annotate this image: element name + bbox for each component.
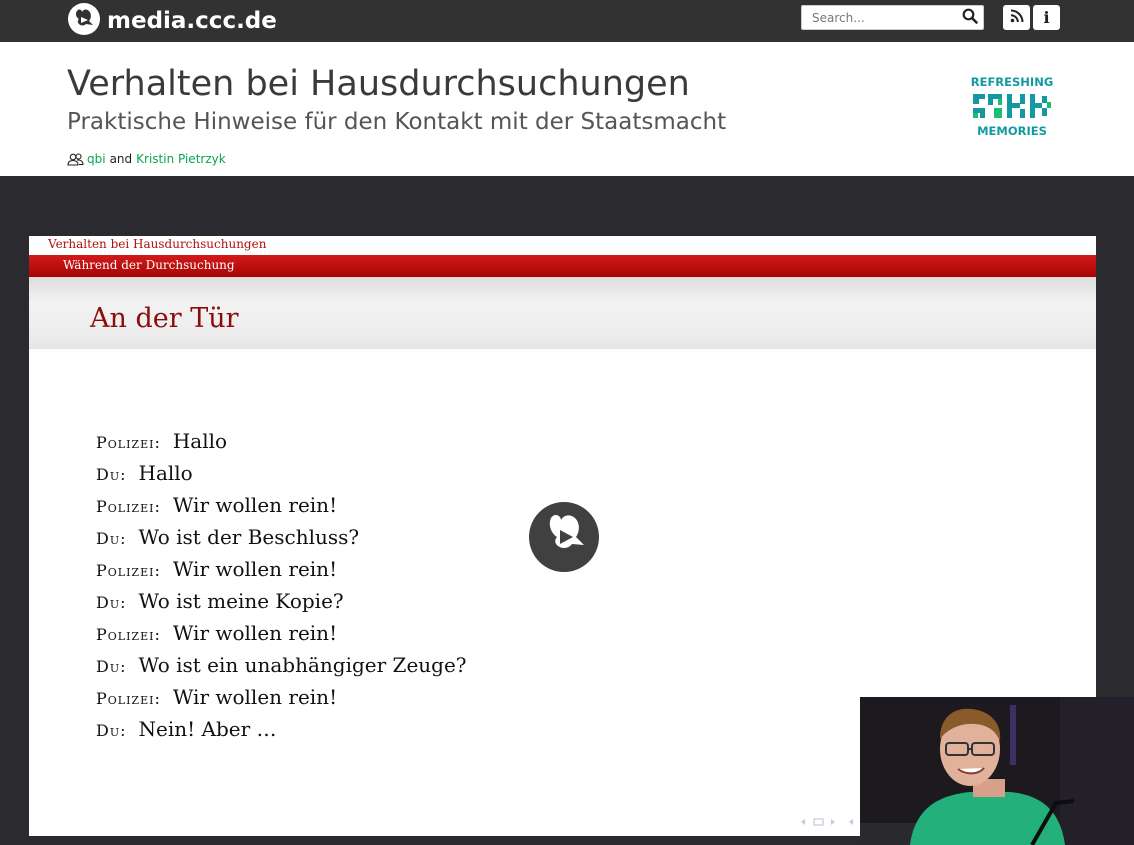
- dialog-line: Polizei: Wir wollen rein!: [96, 685, 467, 717]
- dialog-line: Du: Hallo: [96, 461, 467, 493]
- dialog-text: Wir wollen rein!: [172, 685, 338, 709]
- top-navbar: media.ccc.de i: [0, 0, 1134, 42]
- persons-icon: [67, 152, 84, 166]
- slide-section-title: Während der Durchsuchung: [63, 258, 235, 272]
- dialog-text: Hallo: [172, 429, 228, 453]
- event-header: Verhalten bei Hausdurchsuchungen Praktis…: [0, 42, 1134, 176]
- dialog-speaker: Polizei:: [96, 561, 161, 580]
- dialog-speaker: Polizei:: [96, 689, 161, 708]
- conference-logo-top: REFRESHING: [971, 75, 1054, 89]
- dialog-line: Du: Wo ist ein unabhängiger Zeuge?: [96, 653, 467, 685]
- dialog-text: Wo ist ein unabhängiger Zeuge?: [138, 653, 467, 677]
- search-icon: [962, 8, 978, 28]
- info-button[interactable]: i: [1033, 5, 1060, 30]
- conference-logo: REFRESHING MEMORIES: [971, 75, 1054, 138]
- dialog-line: Du: Nein! Aber …: [96, 717, 467, 749]
- play-button[interactable]: [529, 502, 599, 572]
- dialog-text: Wo ist der Beschluss?: [138, 525, 360, 549]
- person-link-qbi[interactable]: qbi: [87, 152, 106, 166]
- dialog-speaker: Polizei:: [96, 497, 161, 516]
- site-logo-link[interactable]: media.ccc.de: [67, 2, 277, 40]
- ccc-logo-icon: [67, 2, 101, 40]
- slide-dialog: Polizei: Hallo Du: Hallo Polizei: Wir wolle…: [96, 429, 467, 749]
- info-icon: i: [1043, 8, 1050, 27]
- dialog-text: Wir wollen rein!: [172, 621, 338, 645]
- event-title: Verhalten bei Hausdurchsuchungen: [67, 64, 690, 104]
- video-player[interactable]: Verhalten bei Hausdurchsuchungen Während…: [0, 176, 1134, 845]
- slide-topline: Verhalten bei Hausdurchsuchungen: [29, 236, 1096, 256]
- site-name: media.ccc.de: [107, 8, 277, 34]
- dialog-line: Polizei: Hallo: [96, 429, 467, 461]
- dialog-speaker: Polizei:: [96, 433, 161, 452]
- dialog-speaker: Du:: [96, 721, 127, 740]
- dialog-text: Nein! Aber …: [138, 717, 277, 741]
- persons-separator: and: [109, 152, 133, 166]
- slide-heading-band: An der Tür: [29, 277, 1096, 349]
- dialog-line: Polizei: Wir wollen rein!: [96, 493, 467, 525]
- conference-logo-bottom: MEMORIES: [977, 124, 1047, 138]
- dialog-speaker: Polizei:: [96, 625, 161, 644]
- rss-button[interactable]: [1003, 5, 1030, 30]
- dialog-text: Hallo: [138, 461, 193, 485]
- dialog-speaker: Du:: [96, 529, 127, 548]
- dialog-line: Polizei: Wir wollen rein!: [96, 557, 467, 589]
- slide-document-title: Verhalten bei Hausdurchsuchungen: [48, 237, 267, 251]
- persons-list: qbi and Kristin Pietrzyk: [67, 152, 226, 166]
- person-link-kristin-pietrzyk[interactable]: Kristin Pietrzyk: [136, 152, 226, 166]
- dialog-speaker: Du:: [96, 465, 127, 484]
- search-input[interactable]: [801, 5, 957, 30]
- dialog-speaker: Du:: [96, 657, 127, 676]
- play-icon: [529, 502, 599, 572]
- dialog-text: Wir wollen rein!: [172, 493, 338, 517]
- slide-heading: An der Tür: [90, 303, 239, 334]
- slide-section-bar: Während der Durchsuchung: [29, 255, 1096, 277]
- dialog-text: Wir wollen rein!: [172, 557, 338, 581]
- dialog-line: Du: Wo ist der Beschluss?: [96, 525, 467, 557]
- dialog-text: Wo ist meine Kopie?: [138, 589, 344, 613]
- dialog-speaker: Du:: [96, 593, 127, 612]
- search-button[interactable]: [956, 5, 984, 30]
- rss-icon: [1010, 8, 1024, 27]
- speaker-webcam-inset: [860, 697, 1134, 845]
- dialog-line: Polizei: Wir wollen rein!: [96, 621, 467, 653]
- conference-logo-link[interactable]: REFRESHING MEMORIES: [970, 72, 1054, 140]
- dialog-line: Du: Wo ist meine Kopie?: [96, 589, 467, 621]
- event-subtitle: Praktische Hinweise für den Kontakt mit …: [67, 109, 727, 135]
